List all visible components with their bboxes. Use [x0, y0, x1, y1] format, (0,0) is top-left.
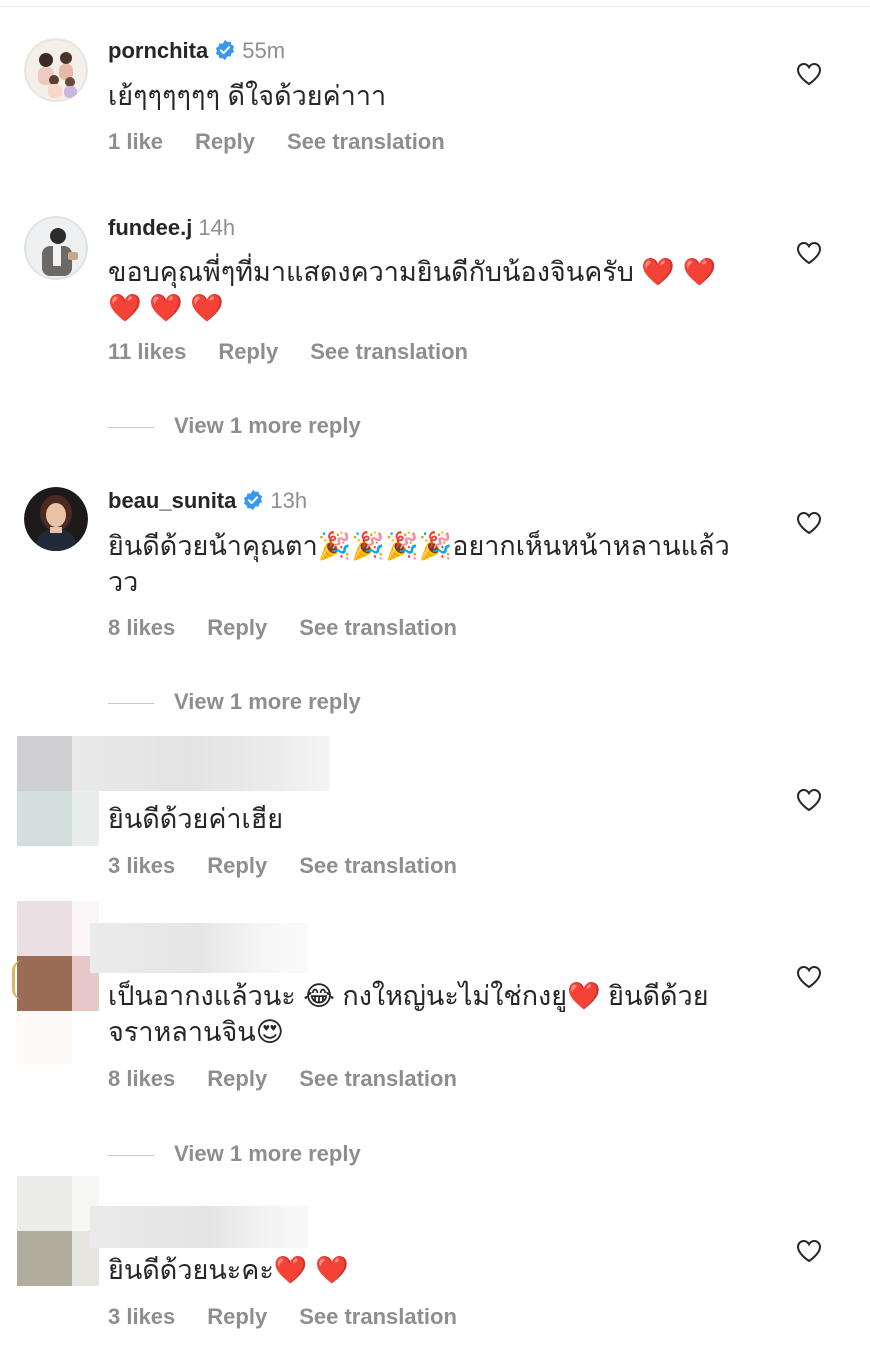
heart-outline-icon[interactable]	[796, 62, 822, 86]
see-translation-button[interactable]: See translation	[299, 615, 457, 640]
see-translation-button[interactable]: See translation	[287, 129, 445, 154]
reply-divider-line	[108, 702, 154, 704]
comment-header: fundee.j 14h	[108, 214, 235, 242]
comment-time: 13h	[270, 488, 308, 513]
reply-button[interactable]: Reply	[207, 853, 267, 878]
redacted-avatar	[17, 1011, 72, 1064]
redacted-username	[90, 923, 308, 973]
verified-badge-icon	[242, 489, 264, 518]
heart-outline-icon[interactable]	[796, 965, 822, 989]
comment-actions: 11 likes Reply See translation	[108, 338, 500, 366]
reply-button[interactable]: Reply	[207, 1066, 267, 1091]
comment-text: เย้ๆๆๆๆๆๆ ดีใจด้วยค่าาา	[108, 81, 387, 111]
see-translation-button[interactable]: See translation	[299, 1304, 457, 1329]
redacted-avatar	[17, 1231, 72, 1286]
heart-outline-icon[interactable]	[796, 241, 822, 265]
view-more-replies-label: View 1 more reply	[174, 1141, 361, 1166]
view-more-replies-label: View 1 more reply	[174, 689, 361, 714]
reply-button[interactable]: Reply	[207, 1304, 267, 1329]
comment-text: ยินดีด้วยนะคะ❤️ ❤️	[108, 1255, 349, 1285]
avatar[interactable]	[24, 38, 88, 102]
redacted-avatar	[17, 901, 72, 956]
see-translation-button[interactable]: See translation	[310, 339, 468, 364]
comment-header: pornchita 55m	[108, 37, 285, 68]
verified-badge-icon	[214, 39, 236, 68]
likes-count[interactable]: 3 likes	[108, 1304, 175, 1329]
see-translation-button[interactable]: See translation	[299, 1066, 457, 1091]
comment-time: 55m	[242, 38, 286, 63]
likes-count[interactable]: 8 likes	[108, 615, 175, 640]
redacted-avatar	[17, 1176, 72, 1231]
heart-outline-icon[interactable]	[796, 1239, 822, 1263]
redacted-avatar	[17, 736, 72, 791]
see-translation-button[interactable]: See translation	[299, 853, 457, 878]
avatar[interactable]	[24, 216, 88, 280]
likes-count[interactable]: 11 likes	[108, 339, 186, 364]
likes-count[interactable]: 3 likes	[108, 853, 175, 878]
heart-outline-icon[interactable]	[796, 511, 822, 535]
comment-actions: 3 likes Reply See translation	[108, 852, 489, 880]
avatar[interactable]	[24, 487, 88, 551]
comment-actions: 3 likes Reply See translation	[108, 1303, 489, 1331]
heart-outline-icon[interactable]	[796, 788, 822, 812]
reply-divider-line	[108, 1154, 154, 1156]
username[interactable]: beau_sunita	[108, 488, 236, 513]
view-more-replies-button[interactable]: View 1 more reply	[108, 1140, 361, 1168]
redacted-username	[72, 736, 330, 791]
reply-button[interactable]: Reply	[218, 339, 278, 364]
reply-button[interactable]: Reply	[207, 615, 267, 640]
top-divider	[0, 6, 870, 7]
comment-actions: 8 likes Reply See translation	[108, 614, 489, 642]
redacted-avatar-edge	[12, 960, 23, 1000]
view-more-replies-button[interactable]: View 1 more reply	[108, 688, 361, 716]
redacted-avatar	[17, 791, 72, 846]
redacted-avatar	[72, 791, 99, 846]
redacted-username	[90, 1206, 308, 1248]
view-more-replies-button[interactable]: View 1 more reply	[108, 412, 361, 440]
comment-text: ขอบคุณพี่ๆที่มาแสดงความยินดีกับน้องจินคร…	[108, 257, 717, 323]
likes-count[interactable]: 1 like	[108, 129, 163, 154]
comment-text: ยินดีด้วยน้าคุณตา🎉🎉🎉🎉อยากเห็นหน้าหลานแล้…	[108, 531, 730, 597]
comment-text: เป็นอากงแล้วนะ 😂 กงใหญ่นะไม่ใช่กงยู❤️ ยิ…	[108, 981, 709, 1047]
redacted-avatar	[17, 956, 72, 1011]
likes-count[interactable]: 8 likes	[108, 1066, 175, 1091]
reply-divider-line	[108, 426, 154, 428]
comment-header: beau_sunita 13h	[108, 487, 307, 518]
comment-actions: 8 likes Reply See translation	[108, 1065, 489, 1093]
username[interactable]: pornchita	[108, 38, 208, 63]
reply-button[interactable]: Reply	[195, 129, 255, 154]
comment-actions: 1 like Reply See translation	[108, 128, 477, 156]
comment-text: ยินดีด้วยค่าเฮีย	[108, 804, 284, 834]
comment-time: 14h	[198, 215, 236, 240]
username[interactable]: fundee.j	[108, 215, 192, 240]
view-more-replies-label: View 1 more reply	[174, 413, 361, 438]
